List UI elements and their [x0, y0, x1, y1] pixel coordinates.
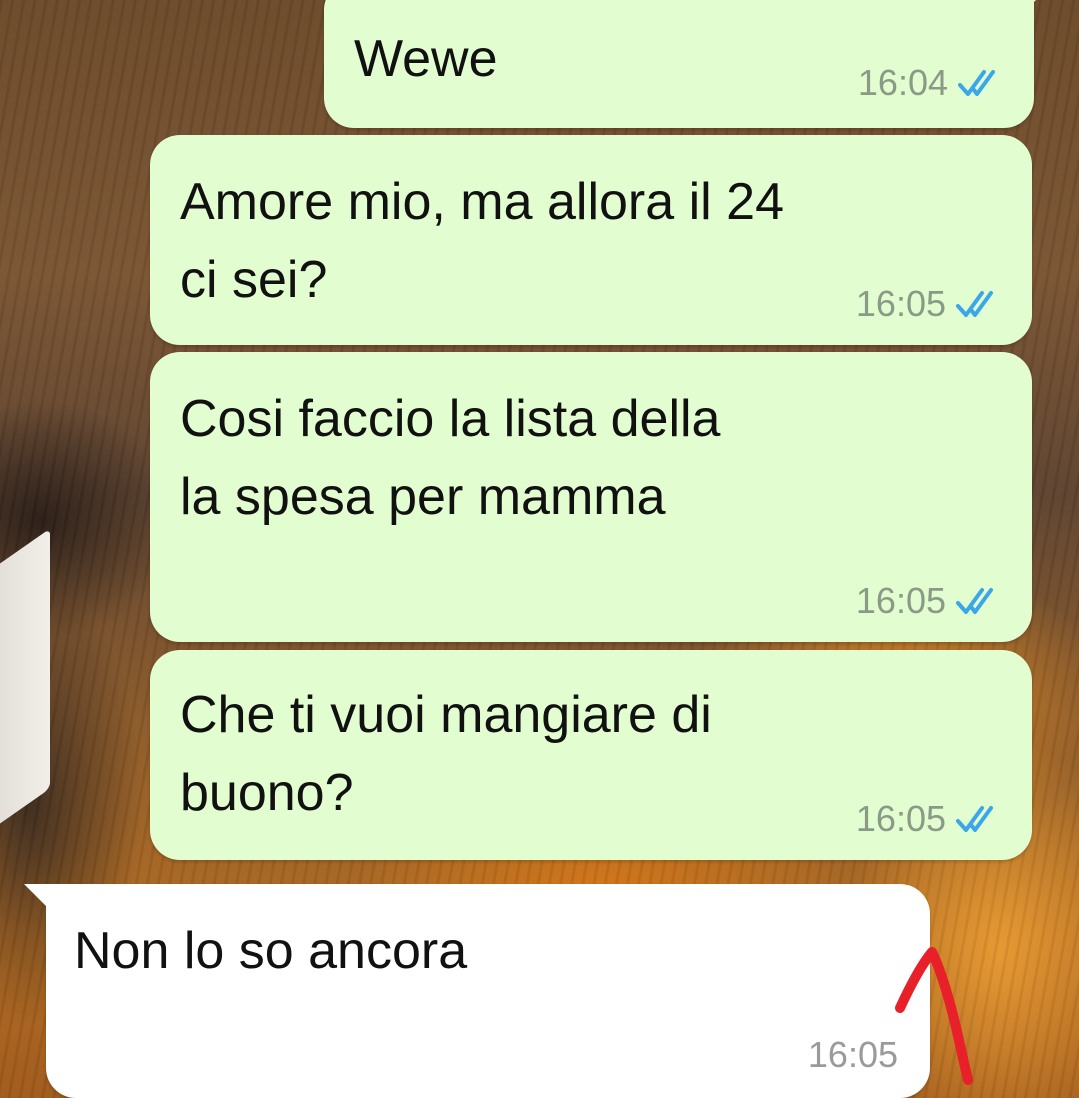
- double-check-icon: [956, 806, 993, 832]
- message-meta: 16:05: [856, 798, 1002, 840]
- message-bubble-outgoing[interactable]: Cosi faccio la lista della la spesa per …: [150, 352, 1032, 642]
- message-meta: 16:04: [858, 62, 1004, 104]
- message-text: Che ti vuoi mangiare di buono?: [180, 686, 712, 822]
- double-check-icon: [956, 588, 993, 614]
- message-text: Cosi faccio la lista della la spesa per …: [180, 390, 721, 526]
- message-bubble-outgoing[interactable]: Che ti vuoi mangiare di buono? 16:05: [150, 650, 1032, 860]
- wallpaper-plate: [0, 528, 50, 852]
- message-meta: 16:05: [856, 580, 1002, 622]
- message-bubble-outgoing[interactable]: Wewe 16:04: [324, 0, 1056, 128]
- message-time: 16:05: [855, 580, 946, 621]
- bubble-tail: [24, 884, 50, 910]
- message-text: Wewe: [354, 30, 498, 88]
- message-text: Amore mio, ma allora il 24 ci sei?: [180, 173, 784, 309]
- message-meta: 16:05: [856, 283, 1002, 325]
- message-time: 16:05: [855, 283, 946, 324]
- message-bubble-outgoing[interactable]: Amore mio, ma allora il 24 ci sei? 16:05: [150, 135, 1032, 345]
- double-check-icon: [958, 70, 995, 96]
- bubble-tail: [1030, 0, 1056, 6]
- message-bubble-incoming[interactable]: Non lo so ancora 16:05: [24, 884, 930, 1098]
- message-text: Non lo so ancora: [74, 922, 468, 980]
- message-time: 16:05: [855, 798, 946, 839]
- message-time: 16:04: [857, 62, 948, 103]
- red-arrow-annotation: [895, 947, 973, 1085]
- double-check-icon: [956, 291, 993, 317]
- chat-background: Wewe 16:04 Amore mio, ma allora il 24 ci…: [0, 0, 1079, 1098]
